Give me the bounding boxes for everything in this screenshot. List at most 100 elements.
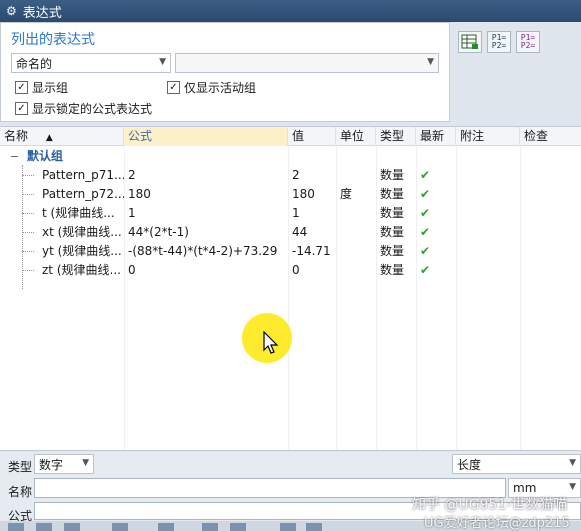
table-row[interactable]: xt (规律曲线... 44*(2*t-1) 44 数量 ✔	[0, 223, 581, 242]
show-active-only-label: 仅显示活动组	[184, 81, 257, 95]
checkbox-checked-icon: ✓	[15, 81, 28, 94]
table-row[interactable]: Pattern_p71... 2 2 数量 ✔	[0, 166, 581, 185]
show-active-only-checkbox[interactable]: ✓ 仅显示活动组	[167, 79, 256, 96]
toolbar-icon[interactable]	[306, 523, 322, 531]
cell-name: xt (规律曲线...	[42, 225, 122, 239]
table-row[interactable]: zt (规律曲线... 0 0 数量 ✔	[0, 261, 581, 280]
cell-value: -14.71	[292, 244, 331, 258]
watermark-line2: UG爱好者论坛@zdp215	[424, 516, 570, 531]
cell-value: 180	[292, 187, 315, 201]
column-header-name[interactable]: 名称 ▲	[0, 127, 124, 146]
column-header-latest[interactable]: 最新	[416, 127, 456, 146]
table-row[interactable]: yt (规律曲线... -(88*t-44)*(t*4-2)+73.29 -14.7…	[0, 242, 581, 261]
gear-icon: ⚙	[6, 4, 17, 18]
toolbar-icon[interactable]	[280, 523, 296, 531]
filter-text-select[interactable]: ▼	[175, 53, 439, 73]
cell-name: Pattern_p72...	[42, 187, 124, 201]
column-header-formula[interactable]: 公式	[124, 127, 288, 146]
type-select[interactable]: 数字 ▼	[34, 454, 94, 474]
up-to-date-check-icon: ✔	[420, 263, 431, 277]
tree-connector	[22, 194, 34, 195]
column-header-value[interactable]: 值	[288, 127, 336, 146]
table-header: 名称 ▲ 公式 值 单位 类型 最新 附注 检查	[0, 127, 581, 146]
cell-unit	[336, 242, 376, 261]
cell-type: 数量	[380, 244, 405, 258]
tree-connector	[22, 175, 34, 176]
collapse-icon[interactable]: −	[10, 150, 19, 163]
unit-value: mm	[513, 481, 537, 495]
cell-name: yt (规律曲线...	[42, 244, 122, 258]
toolbar-icon[interactable]	[36, 523, 52, 531]
toolbar-icon[interactable]	[158, 523, 174, 531]
cell-unit: 度	[340, 187, 353, 201]
column-header-check[interactable]: 检查	[520, 127, 581, 146]
cell-formula: 0	[128, 263, 136, 277]
cell-formula: 180	[128, 187, 151, 201]
import-expressions-button[interactable]: P1= P2=	[487, 31, 511, 53]
up-to-date-check-icon: ✔	[420, 244, 431, 258]
cell-name: zt (规律曲线...	[42, 263, 121, 277]
mouse-cursor-icon	[263, 331, 279, 354]
table-row[interactable]: t (规律曲线... 1 1 数量 ✔	[0, 204, 581, 223]
cell-type: 数量	[380, 187, 405, 201]
window-title: 表达式	[22, 5, 62, 21]
show-groups-label: 显示组	[32, 81, 69, 95]
toolbar-icon[interactable]	[112, 523, 128, 531]
spreadsheet-icon	[461, 34, 478, 49]
checkbox-checked-icon: ✓	[167, 81, 180, 94]
toolbar-icon[interactable]	[64, 523, 80, 531]
filter-type-select[interactable]: 命名的 ▼	[11, 53, 171, 73]
toolbar-icon[interactable]	[8, 523, 24, 531]
cell-formula: 1	[128, 206, 136, 220]
name-label: 名称	[8, 485, 33, 499]
chevron-down-icon: ▼	[569, 482, 576, 492]
cell-formula: 2	[128, 168, 136, 182]
cell-unit	[336, 261, 376, 280]
cell-name: t (规律曲线...	[42, 206, 115, 220]
dimension-value: 长度	[457, 457, 482, 472]
chevron-down-icon: ▼	[82, 458, 89, 468]
dimension-select[interactable]: 长度 ▼	[452, 454, 581, 474]
up-to-date-check-icon: ✔	[420, 225, 431, 239]
filter-type-value: 命名的	[16, 56, 53, 71]
up-to-date-check-icon: ✔	[420, 206, 431, 220]
show-locked-label: 显示锁定的公式表达式	[32, 102, 153, 116]
toolbar-icon[interactable]	[230, 523, 246, 531]
column-header-type[interactable]: 类型	[376, 127, 416, 146]
spreadsheet-button[interactable]	[458, 31, 482, 53]
column-header-unit[interactable]: 单位	[336, 127, 376, 146]
cell-type: 数量	[380, 225, 405, 239]
type-value: 数字	[39, 457, 64, 472]
section-title: 列出的表达式	[11, 32, 95, 48]
show-locked-checkbox[interactable]: ✓ 显示锁定的公式表达式	[15, 100, 152, 117]
up-to-date-check-icon: ✔	[420, 168, 431, 182]
cell-type: 数量	[380, 263, 405, 277]
export-expressions-button[interactable]: P1= P2=	[516, 31, 540, 53]
tree-connector	[22, 270, 34, 271]
export-icon: P1= P2=	[520, 33, 536, 50]
cell-type: 数量	[380, 168, 405, 182]
tree-connector	[22, 232, 34, 233]
group-label: 默认组	[27, 149, 64, 163]
chevron-down-icon: ▼	[569, 458, 576, 468]
expressions-table: 名称 ▲ 公式 值 单位 类型 最新 附注 检查 − 默认组 Pattern_p…	[0, 126, 581, 451]
toolbar-icon[interactable]	[202, 523, 218, 531]
cell-value: 2	[292, 168, 300, 182]
import-icon: P1= P2=	[491, 33, 507, 50]
cell-unit	[336, 166, 376, 185]
chevron-down-icon: ▼	[159, 57, 166, 67]
cell-value: 0	[292, 263, 300, 277]
sort-ascending-icon: ▲	[45, 133, 53, 143]
cell-unit	[336, 204, 376, 223]
column-name-label: 名称	[4, 129, 29, 143]
cell-value: 44	[292, 225, 308, 239]
show-groups-checkbox[interactable]: ✓ 显示组	[15, 79, 68, 96]
cell-formula: 44*(2*t-1)	[128, 225, 189, 239]
window-titlebar: ⚙ 表达式	[0, 0, 581, 22]
column-header-note[interactable]: 附注	[456, 127, 520, 146]
up-to-date-check-icon: ✔	[420, 187, 431, 201]
group-row-default[interactable]: − 默认组	[0, 147, 581, 166]
cell-type: 数量	[380, 206, 405, 220]
table-row[interactable]: Pattern_p72... 180 180 度 数量 ✔	[0, 185, 581, 204]
watermark-line1: 知乎 @UG951-世数猫喵	[412, 497, 568, 513]
